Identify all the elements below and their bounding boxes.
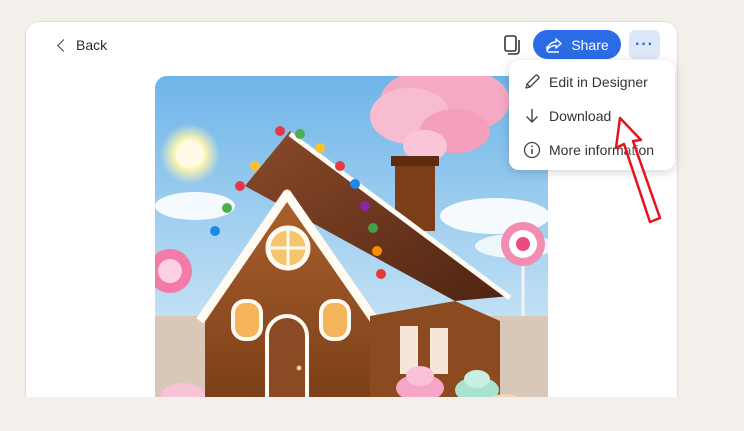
pencil-icon xyxy=(523,73,541,91)
share-button[interactable]: Share xyxy=(533,30,621,59)
info-icon xyxy=(523,141,541,159)
copy-button[interactable] xyxy=(500,32,522,56)
more-options-menu: Edit in Designer Download More informati… xyxy=(509,60,675,170)
share-icon xyxy=(546,37,563,53)
app-window: Back Share ··· Edit in Designer Download… xyxy=(0,0,744,431)
more-options-button[interactable]: ··· xyxy=(629,30,660,59)
copy-icon xyxy=(504,35,520,55)
menu-item-download[interactable]: Download xyxy=(509,101,675,131)
menu-item-label: More information xyxy=(549,142,655,158)
back-button[interactable]: Back xyxy=(56,33,107,57)
menu-item-label: Edit in Designer xyxy=(549,74,648,90)
generated-image[interactable] xyxy=(155,76,548,431)
more-options-label: ··· xyxy=(635,35,654,53)
chevron-left-icon xyxy=(57,38,70,52)
share-label: Share xyxy=(571,36,609,53)
menu-item-edit-in-designer[interactable]: Edit in Designer xyxy=(509,67,675,97)
back-label: Back xyxy=(76,37,108,53)
bottom-bar xyxy=(0,397,744,431)
download-icon xyxy=(523,107,541,125)
menu-item-label: Download xyxy=(549,108,612,124)
gingerbread-house-illustration xyxy=(155,76,548,431)
menu-item-more-information[interactable]: More information xyxy=(509,135,675,165)
